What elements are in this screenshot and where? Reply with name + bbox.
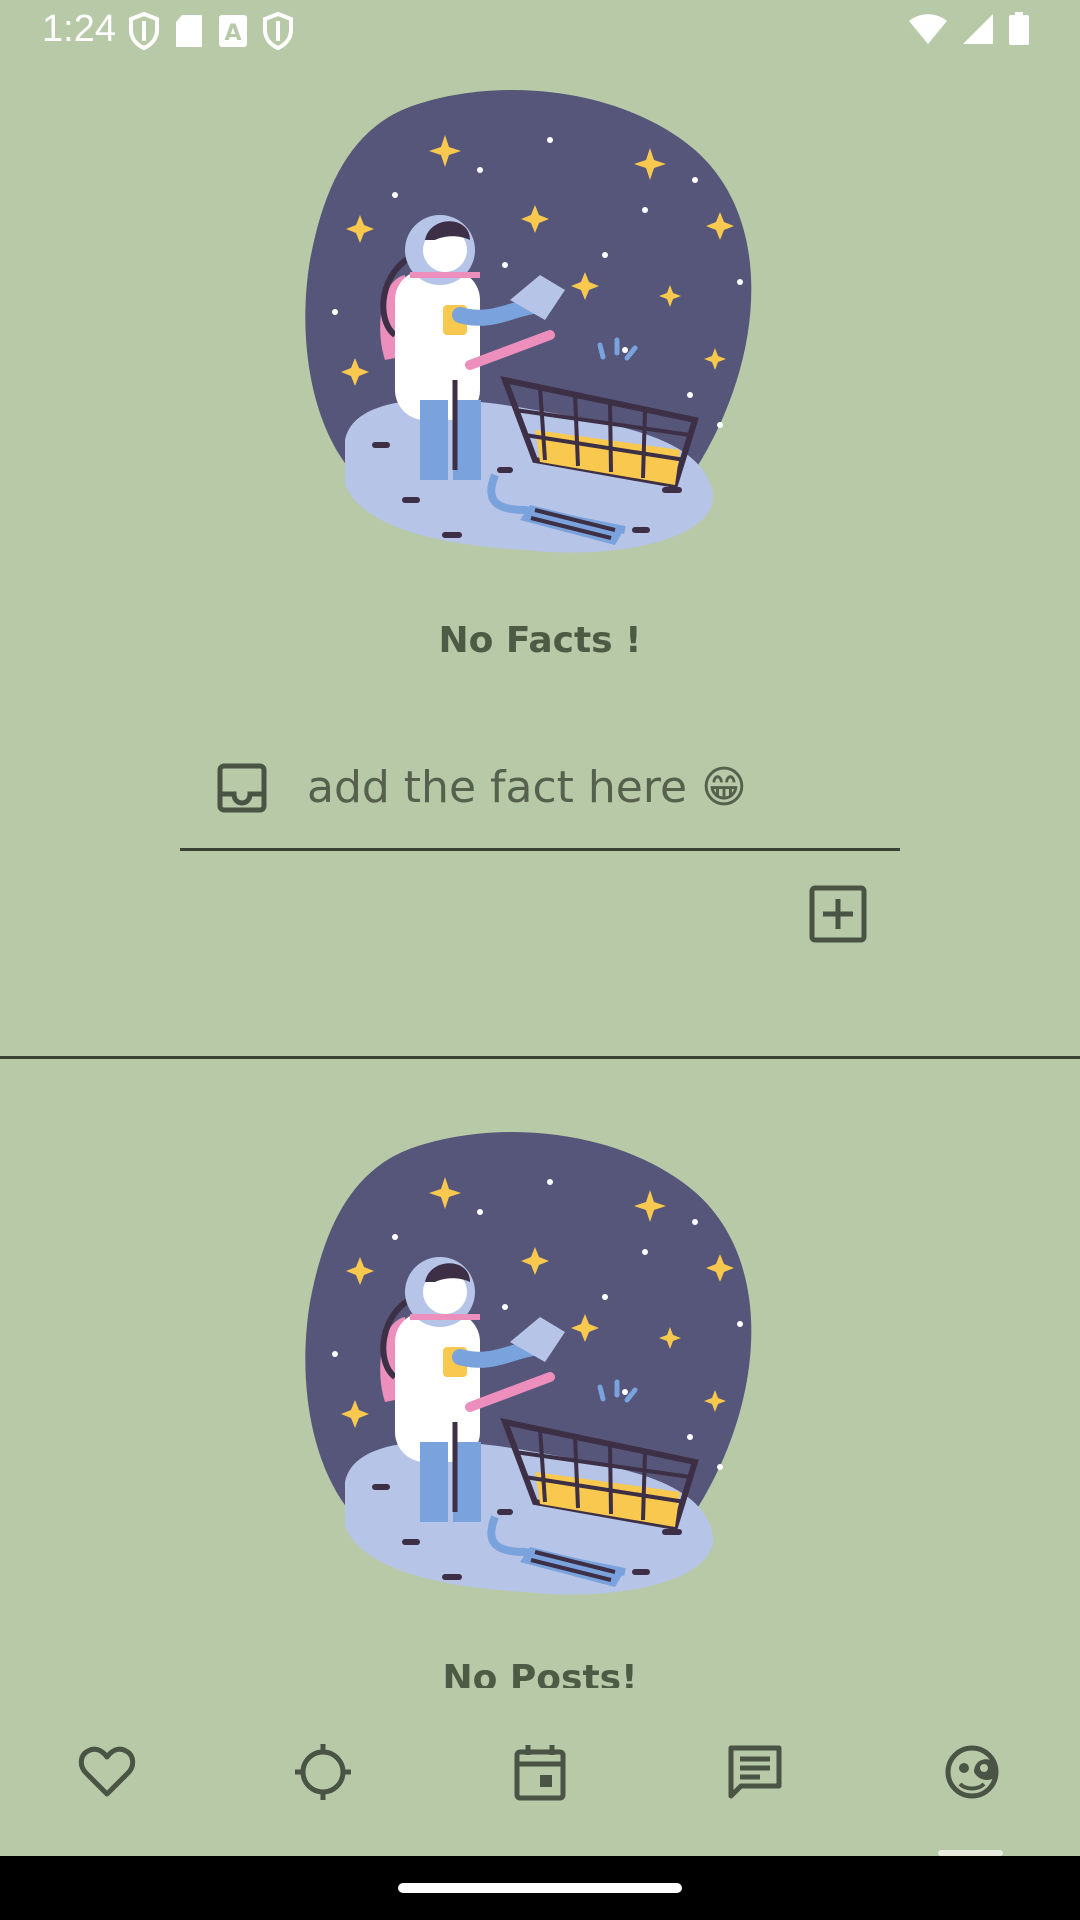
sd-card-icon — [176, 15, 202, 47]
calendar-icon[interactable] — [510, 1742, 570, 1802]
face-icon[interactable] — [942, 1742, 1002, 1802]
status-notification-icons: A — [128, 12, 294, 50]
astronaut-cart-illustration — [305, 1132, 752, 1595]
signal-icon — [963, 14, 993, 44]
wifi-icon — [909, 14, 947, 44]
fact-input[interactable] — [305, 756, 889, 818]
svg-text:A: A — [224, 21, 241, 46]
gesture-nav-bar — [0, 1856, 1080, 1920]
section-divider — [0, 1056, 1080, 1059]
heart-icon[interactable] — [77, 1742, 137, 1802]
add-button[interactable] — [808, 884, 868, 944]
shield-icon — [129, 12, 159, 50]
inbox-icon — [217, 763, 267, 813]
home-handle[interactable] — [398, 1883, 682, 1893]
font-icon: A — [219, 15, 247, 47]
no-posts-title: No Posts! — [442, 1658, 638, 1688]
status-time: 1:24 — [42, 8, 116, 50]
bottom-nav — [0, 1700, 1080, 1855]
fact-input-row — [180, 748, 900, 851]
status-bar: 1:24 A — [0, 0, 1080, 60]
chat-icon[interactable] — [725, 1742, 785, 1802]
shield-icon — [263, 12, 293, 50]
astronaut-cart-illustration — [305, 90, 752, 553]
battery-icon — [1009, 12, 1029, 45]
no-facts-title: No Facts ! — [438, 620, 642, 661]
crosshair-icon[interactable] — [293, 1742, 353, 1802]
status-system-icons — [908, 12, 1030, 46]
